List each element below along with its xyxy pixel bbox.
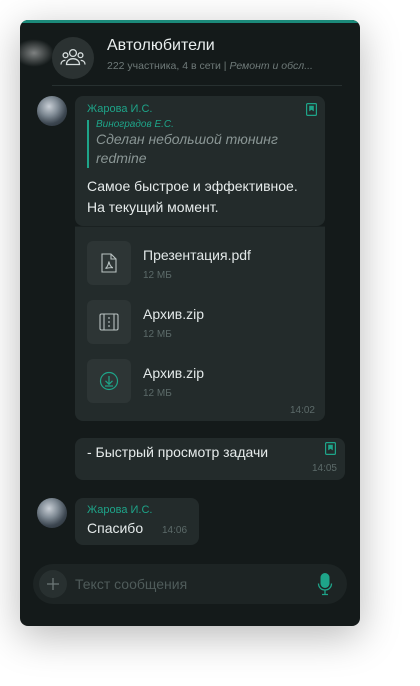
reply-text: Сделан небольшой тюнинг redmine [96, 131, 278, 166]
file-icon-archive[interactable] [87, 300, 131, 344]
message-text: Самое быстрое и эффективное. На текущий … [87, 178, 298, 215]
reply-bar [87, 120, 89, 168]
message-text: - Быстрый просмотр задачи [87, 444, 269, 460]
members-count: 222 участника, 4 в сети | [107, 60, 230, 72]
sender-name[interactable]: Жарова И.С. [87, 504, 153, 516]
chat-subtitle: 222 участника, 4 в сети | Ремонт и обсл.… [107, 60, 313, 72]
avatar[interactable] [37, 498, 67, 528]
bookmark-icon[interactable] [306, 103, 317, 116]
header-glow [20, 39, 54, 67]
message-bubble[interactable]: - Быстрый просмотр задачи 14:05 [75, 438, 345, 480]
download-icon [99, 371, 119, 391]
file-size: 12 МБ [143, 388, 172, 399]
avatar[interactable] [37, 96, 67, 126]
chat-window: Автолюбители 222 участника, 4 в сети | Р… [20, 20, 360, 626]
pdf-icon [101, 253, 117, 273]
file-size: 12 МБ [143, 270, 172, 281]
file-name[interactable]: Архив.zip [143, 306, 204, 322]
message-text: Спасибо [87, 520, 144, 536]
message-bubble[interactable]: Жарова И.С. Спасибо 14:06 [75, 498, 199, 545]
sender-name[interactable]: Жарова И.С. [87, 103, 153, 115]
message-time: 14:02 [289, 405, 315, 416]
chat-header[interactable]: Автолюбители 222 участника, 4 в сети | Р… [20, 23, 360, 87]
chat-title: Автолюбители [107, 37, 215, 54]
message-bubble[interactable]: Жарова И.С. Виноградов Е.С. Сделан небол… [75, 96, 325, 226]
chat-topic: Ремонт и обсл... [229, 60, 313, 72]
bookmark-icon[interactable] [325, 442, 336, 455]
microphone-icon[interactable] [317, 572, 333, 596]
message-time: 14:06 [162, 525, 188, 536]
attachments-block: Презентация.pdf 12 МБ Архив.zip 12 МБ Ар… [75, 226, 325, 421]
plus-icon [47, 578, 59, 590]
reply-author: Виноградов Е.С. [96, 119, 174, 130]
group-users-icon [60, 48, 86, 66]
message-time: 14:05 [311, 463, 337, 474]
group-avatar[interactable] [52, 37, 94, 79]
message-input[interactable]: Текст сообщения [75, 576, 187, 592]
archive-icon [99, 313, 119, 331]
file-icon-download[interactable] [87, 359, 131, 403]
file-icon-pdf[interactable] [87, 241, 131, 285]
message-composer: Текст сообщения [33, 564, 347, 604]
reply-quote[interactable]: Виноградов Е.С. Сделан небольшой тюнинг … [96, 119, 306, 168]
file-name[interactable]: Архив.zip [143, 365, 204, 381]
file-name[interactable]: Презентация.pdf [143, 247, 251, 263]
file-size: 12 МБ [143, 329, 172, 340]
attach-button[interactable] [39, 570, 67, 598]
header-divider [52, 85, 342, 86]
